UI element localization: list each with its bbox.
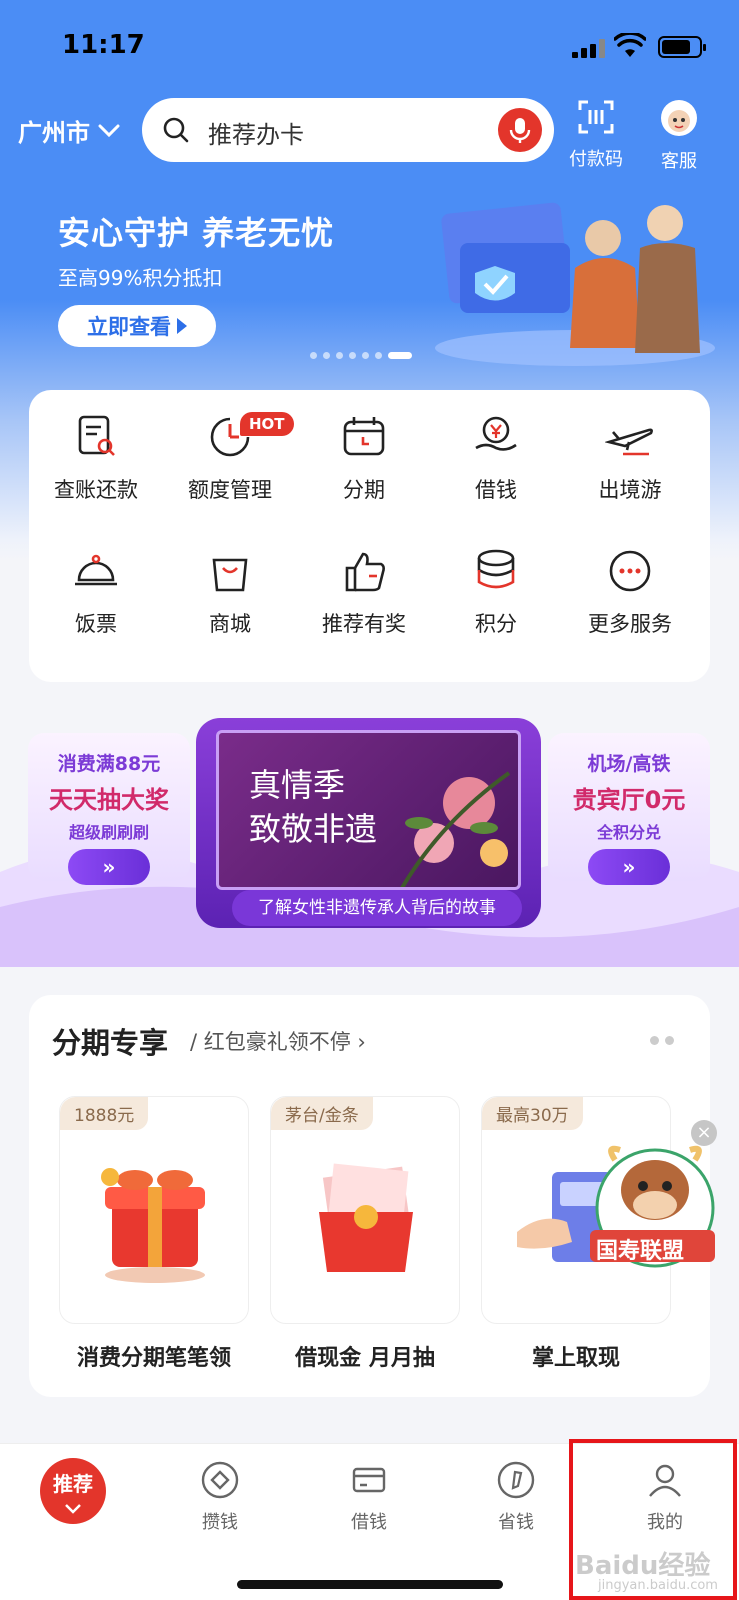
promo-left-line3: 超级刷刷刷 — [68, 823, 149, 842]
signal-icon — [572, 38, 606, 58]
tab-recommend[interactable]: 推荐 — [40, 1458, 106, 1524]
product-name: 借现金 月月抽 — [295, 1346, 435, 1371]
carousel-indicator — [310, 352, 412, 359]
status-time: 11:17 — [62, 30, 145, 60]
battery-icon — [658, 36, 706, 58]
service-label: 额度管理 — [188, 478, 272, 502]
heritage-title-line2: 致敬非遗 — [249, 810, 378, 848]
search-input[interactable]: 推荐办卡 — [142, 98, 554, 162]
heritage-title-line1: 真情季 — [249, 766, 346, 804]
product-name: 掌上取现 — [531, 1346, 620, 1371]
lottery-go-button[interactable]: » — [68, 849, 150, 885]
installment-title: 分期专享 — [52, 1026, 169, 1060]
service-label: 更多服务 — [588, 612, 672, 636]
tab-label: 推荐 — [53, 1472, 93, 1496]
service-label: 饭票 — [75, 612, 117, 636]
thumbs-up-icon — [345, 552, 385, 592]
service-item[interactable]: 分期 — [296, 412, 432, 504]
promo-right-line2: 贵宾厅0元 — [572, 786, 686, 814]
service-label: 分期 — [343, 478, 385, 502]
banner-title: 安心守护 养老无忧 — [58, 214, 335, 252]
voice-search-button[interactable] — [498, 108, 542, 152]
wifi-icon — [614, 33, 646, 57]
calendar-icon — [343, 417, 385, 456]
vip-lounge-go-button[interactable]: » — [588, 849, 670, 885]
coupon-icon — [497, 1461, 535, 1499]
banner-subtitle: 至高99%积分抵扣 — [58, 266, 223, 290]
service-label: 查账还款 — [54, 478, 138, 502]
airplane-icon — [605, 428, 653, 456]
vip-lounge-promo-card[interactable]: 机场/高铁 贵宾厅0元 全积分兑 » — [548, 733, 710, 885]
watermark: Baidu经验 — [575, 1551, 711, 1581]
service-item[interactable]: 出境游 — [562, 412, 698, 504]
tab-label: 借钱 — [351, 1512, 387, 1533]
promo-right-line1: 机场/高铁 — [587, 753, 671, 775]
service-item[interactable]: 更多服务 — [562, 546, 698, 638]
banner-view-button[interactable]: 立即查看 — [58, 305, 216, 347]
lottery-promo-card[interactable]: 消费满88元 天天抽大奖 超级刷刷刷 » — [28, 733, 190, 885]
customer-service-mascot-icon — [661, 100, 697, 136]
heritage-title: 真情季 致敬非遗 — [249, 763, 377, 851]
tab-borrow[interactable]: 借钱 — [309, 1460, 429, 1534]
heritage-caption: 了解女性非遗传承人背后的故事 — [232, 890, 522, 926]
coin-stack-icon — [477, 549, 515, 589]
product-tag: 最高30万 — [482, 1097, 583, 1130]
money-hand-icon — [475, 416, 517, 451]
pay-code-label: 付款码 — [569, 149, 623, 170]
service-item[interactable]: 借钱 — [428, 412, 564, 504]
promo-right-line3: 全积分兑 — [596, 823, 661, 842]
shopping-bag-icon — [212, 558, 248, 592]
service-item[interactable]: 饭票 — [28, 546, 164, 638]
microphone-icon — [509, 118, 531, 143]
product-card-installment[interactable]: 1888元 — [59, 1096, 249, 1324]
service-item[interactable]: 推荐有奖 — [296, 546, 432, 638]
service-label: 出境游 — [598, 478, 662, 502]
service-item[interactable]: 商城 — [162, 546, 298, 638]
pay-code-button[interactable]: 付款码 — [561, 98, 631, 171]
installment-subtitle-link[interactable]: / 红包豪礼领不停 › — [190, 1026, 366, 1056]
gift-box-image — [101, 1168, 205, 1283]
service-label: 推荐有奖 — [322, 612, 406, 636]
product-tag: 茅台/金条 — [271, 1097, 373, 1130]
city-label: 广州市 — [18, 119, 90, 147]
more-dots-icon — [650, 1036, 674, 1045]
diamond-icon — [201, 1461, 239, 1499]
dish-cloche-icon — [75, 554, 117, 586]
product-name: 消费分期笔笔领 — [76, 1346, 231, 1371]
banner-button-label: 立即查看 — [87, 315, 171, 339]
tab-label: 攒钱 — [202, 1512, 238, 1533]
chevron-down-icon — [65, 1504, 81, 1514]
red-envelope-cash-image — [319, 1163, 413, 1272]
elderly-couple-illustration — [435, 202, 715, 366]
service-item[interactable]: 查账还款 — [28, 412, 164, 504]
close-icon[interactable]: × — [691, 1120, 717, 1146]
tab-label: 省钱 — [498, 1512, 534, 1533]
chevron-down-icon — [98, 124, 120, 137]
bill-search-icon — [78, 415, 115, 456]
service-label: 积分 — [475, 612, 517, 636]
tab-save[interactable]: 攒钱 — [160, 1460, 280, 1534]
service-label: 借钱 — [475, 478, 517, 502]
service-item[interactable]: 积分 — [428, 546, 564, 638]
service-label: 商城 — [209, 612, 251, 636]
scan-code-icon — [578, 100, 614, 134]
play-arrow-icon — [177, 318, 187, 334]
search-icon — [163, 117, 189, 143]
product-tag: 1888元 — [60, 1097, 149, 1130]
card-icon — [352, 1467, 386, 1493]
city-selector[interactable]: 广州市 — [18, 113, 120, 148]
status-bar: 11:17 — [0, 0, 739, 90]
search-placeholder: 推荐办卡 — [208, 121, 304, 149]
promo-left-line2: 天天抽大奖 — [49, 786, 169, 814]
watermark-sub: jingyan.baidu.com — [598, 1578, 718, 1593]
tab-discount[interactable]: 省钱 — [456, 1460, 576, 1534]
product-card-borrow-cash[interactable]: 茅台/金条 — [270, 1096, 460, 1324]
customer-service-button[interactable]: 客服 — [644, 98, 714, 173]
mascot-label: 国寿联盟 — [596, 1239, 685, 1264]
service-label: 客服 — [661, 151, 697, 172]
promo-left-line1: 消费满88元 — [57, 753, 161, 775]
home-indicator[interactable] — [237, 1580, 503, 1589]
more-icon — [609, 550, 651, 592]
hot-badge: HOT — [240, 412, 294, 436]
